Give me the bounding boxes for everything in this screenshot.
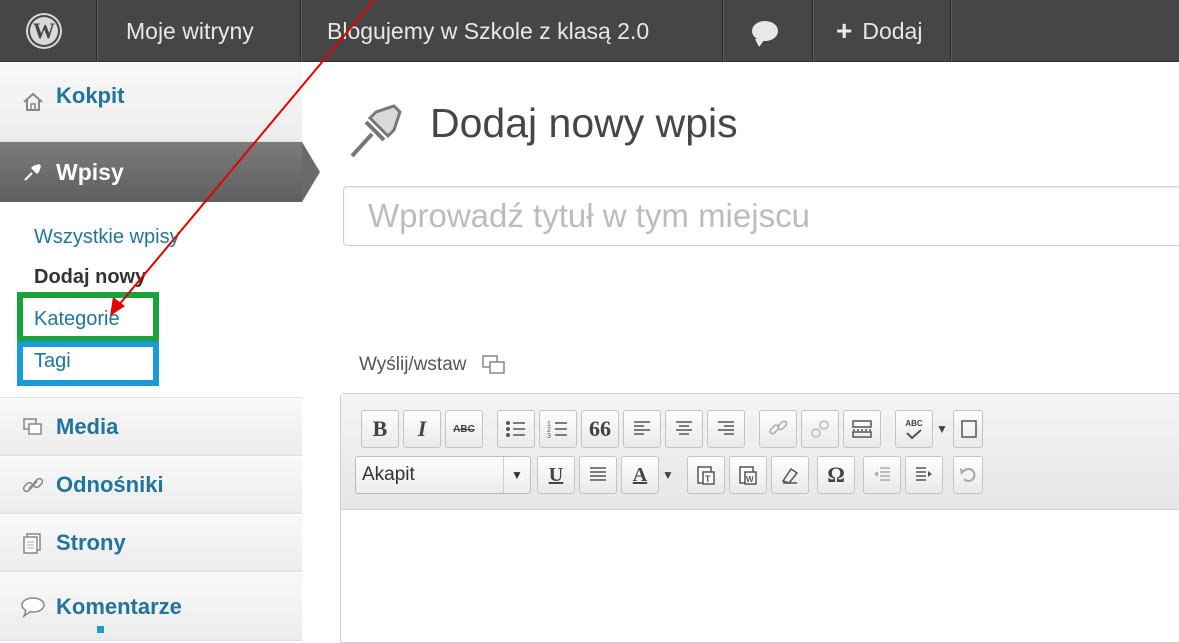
annotation-arrow <box>110 0 375 316</box>
